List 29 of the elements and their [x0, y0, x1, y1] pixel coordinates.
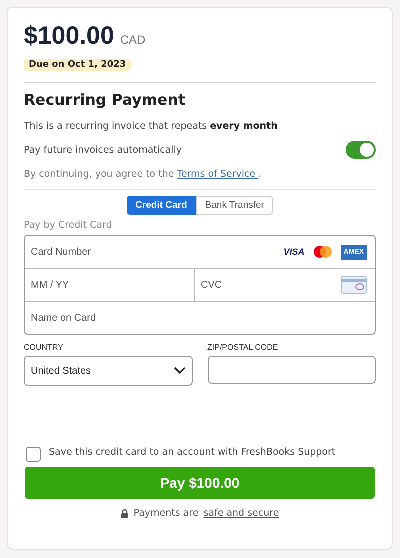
chevron-down-icon [174, 367, 186, 375]
terms-text: By continuing, you agree to the Terms of Service . [24, 169, 263, 180]
autopay-label: Pay future invoices automatically [24, 144, 182, 156]
section-label: Pay by Credit Card [24, 220, 114, 231]
section-heading: Recurring Payment [24, 91, 187, 109]
payment-method-tab[interactable]: Bank Transfer [196, 196, 274, 215]
zip-label: ZIP/POSTAL CODE [208, 343, 280, 352]
save-card-checkbox[interactable] [26, 447, 41, 462]
autopay-toggle[interactable] [346, 141, 376, 159]
zip-field[interactable] [208, 356, 376, 384]
country-label: COUNTRY [24, 343, 64, 352]
expiry-field[interactable]: MM / YY [31, 280, 186, 290]
recurring-description: This is a recurring invoice that repeats every month [24, 121, 279, 132]
lock-icon [120, 508, 129, 518]
cvc-card-icon [341, 276, 367, 294]
terms-link[interactable]: Terms of Service [177, 169, 259, 180]
currency-code: CAD [120, 33, 146, 47]
secure-text: Payments are [134, 508, 199, 519]
mastercard-logo [312, 245, 333, 259]
payment-method-tab[interactable]: Credit Card [126, 196, 196, 215]
visa-logo: VISA [284, 247, 305, 257]
save-card-label: Save this credit card to an account with FreshBooks Support [49, 447, 336, 458]
country-select[interactable]: United States [24, 356, 192, 386]
cvc-field[interactable]: CVC [201, 280, 333, 290]
secure-link[interactable]: safe and secure [204, 508, 280, 519]
card-number-field[interactable]: Card Number [31, 246, 276, 258]
due-date-badge: Due on Oct 1, 2023 [24, 59, 132, 71]
amount-total: $100.00 [24, 22, 114, 51]
name-on-card-field[interactable]: Name on Card [31, 312, 367, 324]
